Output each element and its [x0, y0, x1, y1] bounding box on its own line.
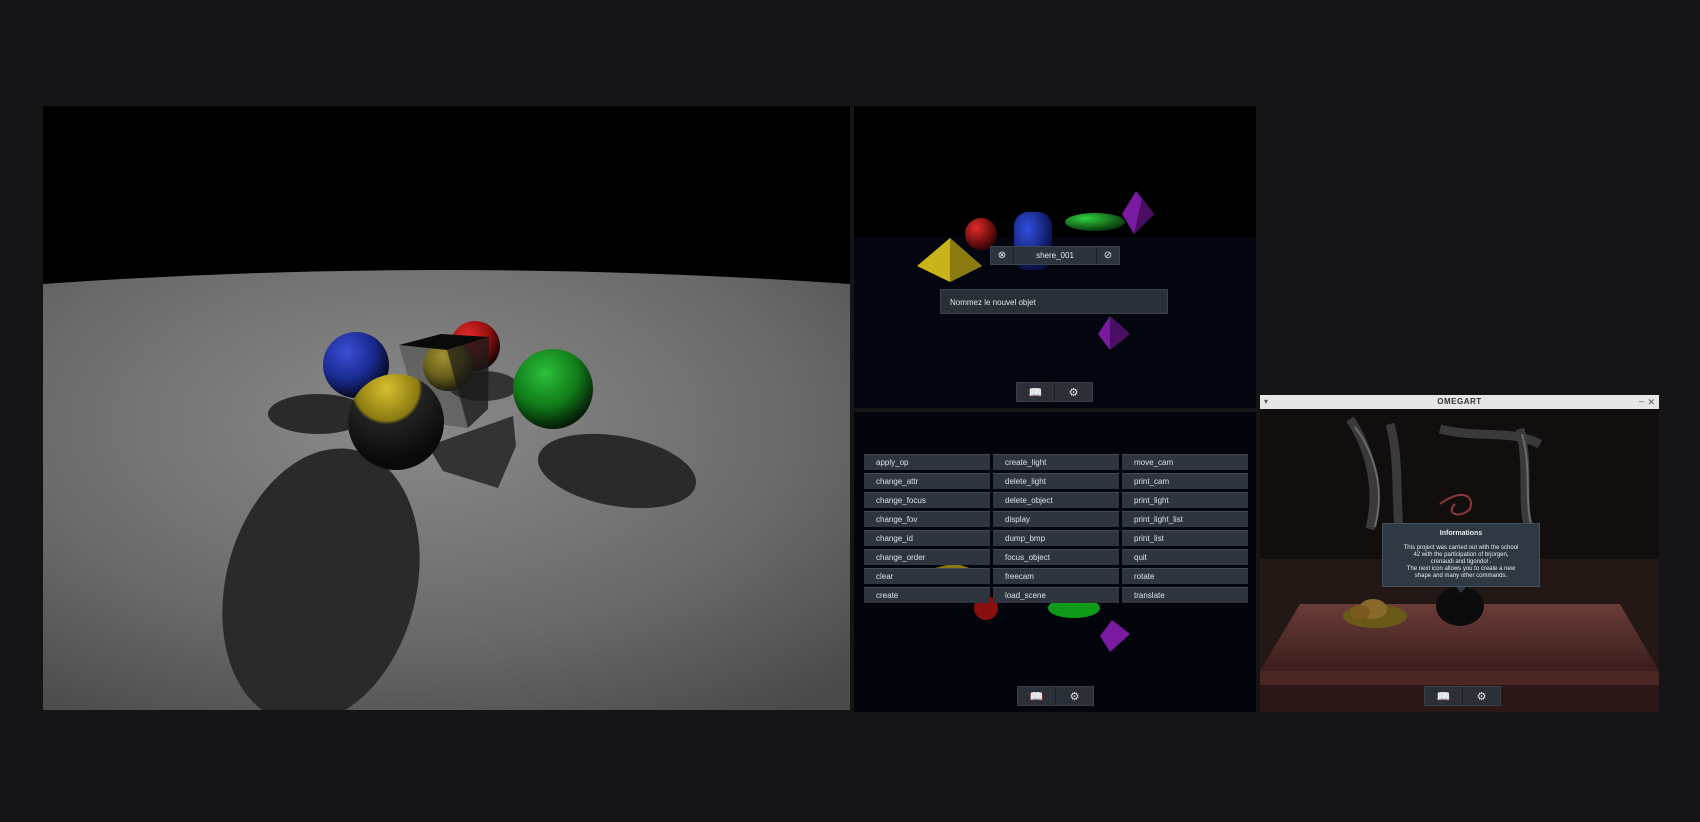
cmd-print-light[interactable]: print_light — [1122, 492, 1248, 508]
cancel-name-button[interactable]: ⊗ — [991, 247, 1013, 264]
window-titlebar[interactable]: ▾ OMEGART – ✕ — [1260, 395, 1659, 410]
cmd-rotate[interactable]: rotate — [1122, 568, 1248, 584]
gear-icon[interactable]: ⚙ — [1462, 687, 1500, 705]
info-popup-pointer — [1456, 587, 1466, 593]
cmd-move-cam[interactable]: move_cam — [1122, 454, 1248, 470]
new-object-name-prompt[interactable]: Nommez le nouvel objet — [940, 289, 1168, 314]
info-line: 42 with the participation of brjorgen, — [1413, 552, 1509, 558]
cmd-dump-bmp[interactable]: dump_bmp — [993, 530, 1119, 546]
info-line: The next icon allows you to create a new — [1406, 566, 1516, 572]
cmd-load-scene[interactable]: load_scene — [993, 587, 1119, 603]
gear-icon[interactable]: ⚙ — [1054, 383, 1092, 401]
omegart-window: ▾ OMEGART – ✕ Informations This project … — [1260, 395, 1659, 712]
main-render-viewport[interactable] — [43, 106, 850, 710]
confirm-name-button[interactable]: ⊘ — [1097, 247, 1119, 264]
book-icon[interactable]: 📖 — [1018, 687, 1055, 705]
cmd-delete-object[interactable]: delete_object — [993, 492, 1119, 508]
cmd-translate[interactable]: translate — [1122, 587, 1248, 603]
viewport-toolbar-top: 📖 ⚙ — [1016, 382, 1093, 402]
info-popup-title: Informations — [1439, 530, 1483, 537]
cmd-change-attr[interactable]: change_attr — [864, 473, 990, 489]
info-popup: Informations This project was carried ou… — [1382, 523, 1540, 587]
cmd-apply-op[interactable]: apply_op — [864, 454, 990, 470]
cmd-focus-object[interactable]: focus_object — [993, 549, 1119, 565]
close-icon[interactable]: ✕ — [1647, 395, 1655, 409]
cmd-print-cam[interactable]: print_cam — [1122, 473, 1248, 489]
window-title: OMEGART — [1437, 397, 1482, 406]
info-popup-text: This project was carried out with the sc… — [1383, 545, 1539, 580]
window-toolbar: 📖 ⚙ — [1424, 686, 1501, 706]
cmd-delete-light[interactable]: delete_light — [993, 473, 1119, 489]
cmd-freecam[interactable]: freecam — [993, 568, 1119, 584]
book-icon[interactable]: 📖 — [1017, 383, 1054, 401]
info-line: crenaudi and tigondol . — [1430, 559, 1492, 565]
cmd-change-fov[interactable]: change_fov — [864, 511, 990, 527]
cmd-display[interactable]: display — [993, 511, 1119, 527]
book-icon[interactable]: 📖 — [1425, 687, 1462, 705]
editor-viewport-top[interactable]: ⊗ shere_001 ⊘ Nommez le nouvel objet 📖 ⚙ — [854, 106, 1256, 408]
info-line: This project was carried out with the sc… — [1403, 545, 1519, 551]
cmd-quit[interactable]: quit — [1122, 549, 1248, 565]
command-menu: apply_op create_light move_cam change_at… — [864, 454, 1248, 603]
cmd-create[interactable]: create — [864, 587, 990, 603]
info-line: shape and many other commands. — [1414, 573, 1508, 579]
cmd-create-light[interactable]: create_light — [993, 454, 1119, 470]
minimize-icon[interactable]: – — [1639, 395, 1644, 408]
cmd-print-light-list[interactable]: print_light_list — [1122, 511, 1248, 527]
editor-viewport-bottom[interactable]: apply_op create_light move_cam change_at… — [854, 412, 1256, 712]
viewport-toolbar-bottom: 📖 ⚙ — [1017, 686, 1094, 706]
cmd-change-order[interactable]: change_order — [864, 549, 990, 565]
object-name-bar: ⊗ shere_001 ⊘ — [990, 246, 1120, 265]
cmd-print-list[interactable]: print_list — [1122, 530, 1248, 546]
cmd-clear[interactable]: clear — [864, 568, 990, 584]
main-scene — [43, 106, 850, 710]
object-name-field[interactable]: shere_001 — [1013, 247, 1097, 264]
cmd-change-id[interactable]: change_id — [864, 530, 990, 546]
gear-icon[interactable]: ⚙ — [1055, 687, 1093, 705]
cmd-change-focus[interactable]: change_focus — [864, 492, 990, 508]
